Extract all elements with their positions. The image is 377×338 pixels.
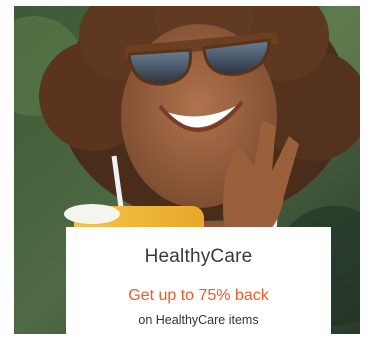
promo-card[interactable]: HealthyCare Get up to 75% back on Health… [14, 6, 360, 334]
promo-info-box: HealthyCare Get up to 75% back on Health… [66, 227, 331, 334]
promo-subtext: on HealthyCare items [138, 313, 259, 327]
promo-offer-text[interactable]: Get up to 75% back [66, 287, 331, 305]
promo-brand-title: HealthyCare [144, 246, 253, 267]
